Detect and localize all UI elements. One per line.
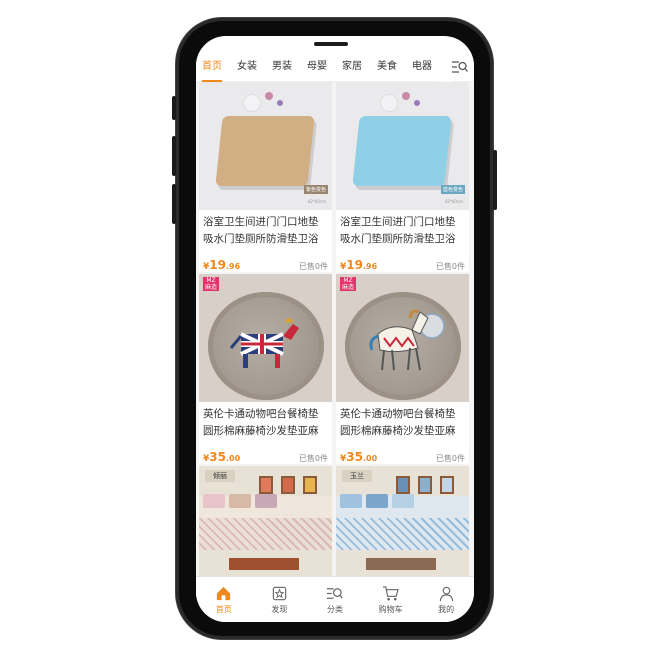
discover-icon — [272, 586, 287, 600]
product-price: ¥35.00 — [203, 450, 241, 464]
sold-count: 已售0件 — [435, 454, 465, 463]
tab-baby[interactable]: 母婴 — [307, 52, 327, 82]
wall-frame — [418, 476, 432, 494]
product-card[interactable]: 紫色变色 42*60cm 浴室卫生间进门门口地垫吸水门垫厕所防滑垫卫浴脚… ¥1… — [199, 82, 332, 272]
style-label: 玉兰 — [342, 470, 372, 482]
product-image-blue-sofa: 玉兰 — [336, 466, 469, 594]
nav-label: 首页 — [215, 604, 232, 614]
power-button — [493, 150, 497, 210]
wall-frame — [440, 476, 454, 494]
nav-label: 发现 — [271, 604, 288, 614]
nav-discover[interactable]: 发现 — [252, 577, 308, 622]
nav-home[interactable]: 首页 — [196, 577, 252, 622]
pillow — [229, 494, 251, 508]
white-horse-illustration — [369, 309, 445, 371]
sold-count: 已售0件 — [298, 454, 328, 463]
decor-flower — [265, 92, 273, 100]
brand-badge: MZ 麻造 — [203, 277, 219, 291]
sofa-seat — [199, 518, 332, 550]
product-card[interactable]: MZ 麻造 英伦卡通动物吧台餐椅垫圆形棉麻藤椅沙发垫亚麻布… ¥35.00 已售… — [336, 274, 469, 464]
union-jack-horse-illustration — [229, 318, 299, 368]
pillow — [392, 494, 414, 508]
tab-food[interactable]: 美食 — [377, 52, 397, 82]
speaker-notch — [314, 42, 348, 46]
sofa-seat — [336, 518, 469, 550]
bath-mat — [215, 116, 315, 186]
product-card[interactable]: MZ 麻造 英伦卡通动物吧台餐椅垫圆形棉麻藤椅沙发垫亚麻布… ¥35.00 已售… — [199, 274, 332, 464]
size-caption: 42*60cm — [307, 199, 326, 204]
pillow — [340, 494, 362, 508]
wall-frame — [281, 476, 295, 494]
coffee-table — [229, 558, 299, 570]
color-tag: 蓝色变色 — [440, 185, 465, 194]
brand-badge: MZ 麻造 — [340, 277, 356, 291]
nav-label: 分类 — [326, 604, 343, 614]
volume-down-button — [172, 184, 176, 224]
decor-flower — [402, 92, 410, 100]
tab-home-living[interactable]: 家居 — [342, 52, 362, 82]
product-title[interactable]: 英伦卡通动物吧台餐椅垫圆形棉麻藤椅沙发垫亚麻布… — [336, 402, 469, 442]
nav-profile[interactable]: 我的 — [418, 577, 474, 622]
wall-frame — [259, 476, 273, 494]
home-icon — [217, 586, 231, 600]
product-grid: 紫色变色 42*60cm 浴室卫生间进门门口地垫吸水门垫厕所防滑垫卫浴脚… ¥1… — [196, 82, 474, 622]
product-image-floral-sofa: 倾丽 — [199, 466, 332, 594]
product-title[interactable]: 浴室卫生间进门门口地垫吸水门垫厕所防滑垫卫浴脚… — [336, 210, 469, 250]
nav-label: 我的 — [438, 604, 455, 614]
cart-icon — [383, 585, 399, 600]
category-icon — [327, 587, 344, 599]
sold-count: 已售0件 — [298, 262, 328, 271]
decor-flower — [414, 100, 420, 106]
decor-dish — [380, 94, 398, 112]
product-title[interactable]: 英伦卡通动物吧台餐椅垫圆形棉麻藤椅沙发垫亚麻布… — [199, 402, 332, 442]
category-search-icon[interactable] — [452, 60, 468, 74]
decor-flower — [277, 100, 283, 106]
pillow — [366, 494, 388, 508]
decor-dish — [243, 94, 261, 112]
wall-frame — [303, 476, 317, 494]
tab-womens[interactable]: 女装 — [237, 52, 257, 82]
color-tag: 紫色变色 — [303, 185, 328, 194]
nav-label: 购物车 — [378, 604, 403, 614]
pillow — [255, 494, 277, 508]
pillow — [203, 494, 225, 508]
size-caption: 42*60cm — [444, 199, 463, 204]
profile-icon — [439, 586, 453, 601]
tabs-fade — [430, 52, 452, 82]
volume-up-button — [172, 136, 176, 176]
tab-appliances[interactable]: 电器 — [412, 52, 432, 82]
bath-mat — [352, 116, 452, 186]
nav-category[interactable]: 分类 — [307, 577, 363, 622]
product-image-beige-bath-mat: 紫色变色 42*60cm — [199, 82, 332, 210]
product-image-union-jack-cushion: MZ 麻造 — [199, 274, 332, 402]
mute-switch — [172, 96, 176, 120]
product-price: ¥35.00 — [340, 450, 378, 464]
nav-cart[interactable]: 购物车 — [363, 577, 419, 622]
wall-frame — [396, 476, 410, 494]
product-price: ¥19.96 — [340, 258, 378, 272]
tab-home[interactable]: 首页 — [202, 52, 222, 82]
style-label: 倾丽 — [205, 470, 235, 482]
product-image-blue-bath-mat: 蓝色变色 42*60cm — [336, 82, 469, 210]
product-card[interactable]: 蓝色变色 42*60cm 浴室卫生间进门门口地垫吸水门垫厕所防滑垫卫浴脚… ¥1… — [336, 82, 469, 272]
product-price: ¥19.96 — [203, 258, 241, 272]
product-title[interactable]: 浴室卫生间进门门口地垫吸水门垫厕所防滑垫卫浴脚… — [199, 210, 332, 250]
tab-mens[interactable]: 男装 — [272, 52, 292, 82]
bottom-nav: 首页 发现 分类 购物车 我的 — [196, 576, 474, 622]
category-tabs: 首页 女装 男装 母婴 家居 美食 电器 — [196, 52, 474, 82]
product-image-white-horse-cushion: MZ 麻造 — [336, 274, 469, 402]
coffee-table — [366, 558, 436, 570]
app-screen: 首页 女装 男装 母婴 家居 美食 电器 紫色变色 42*60cm 浴室卫生间进… — [196, 36, 474, 622]
sold-count: 已售0件 — [435, 262, 465, 271]
